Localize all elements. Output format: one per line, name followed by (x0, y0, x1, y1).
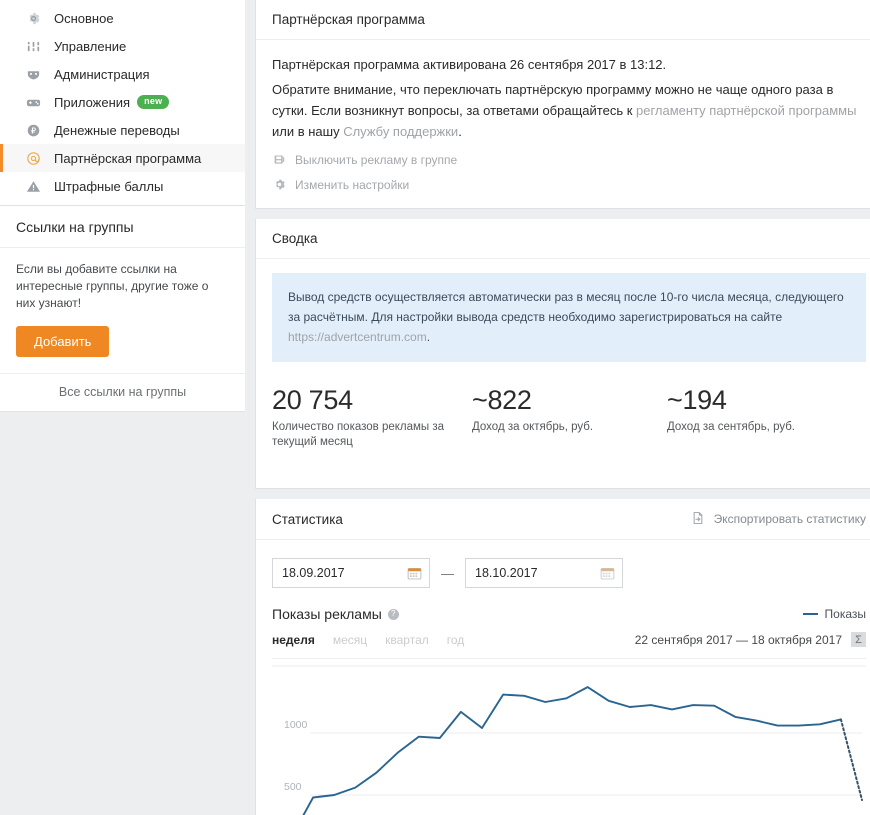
gear-icon (24, 9, 42, 27)
date-range-dash: — (441, 565, 454, 581)
sidebar-item-label: Администрация (54, 66, 150, 82)
support-link[interactable]: Службу поддержки (343, 124, 458, 139)
period-tab-month[interactable]: месяц (333, 633, 367, 647)
summary-panel: Сводка Вывод средств осуществляется авто… (255, 219, 870, 489)
chart-title: Показы рекламы (272, 606, 382, 622)
stat-value: ~822 (472, 385, 532, 415)
add-group-link-button[interactable]: Добавить (16, 326, 110, 357)
stat-income-september: ~194 Доход за сентябрь, руб. (667, 384, 862, 450)
chart-date-range-label: 22 сентября 2017 — 18 октября 2017 (634, 632, 842, 647)
main-content: Партнёрская программа Партнёрская програ… (245, 0, 870, 815)
stat-income-october: ~822 Доход за октябрь, руб. (472, 384, 667, 450)
statistics-title: Статистика (272, 511, 343, 527)
sidebar-item-label: Партнёрская программа (54, 150, 202, 166)
payout-info-box: Вывод средств осуществляется автоматичес… (272, 273, 866, 362)
sidebar-item-osnovnoe[interactable]: Основное (0, 4, 245, 32)
chart-title-wrap: Показы рекламы ? (272, 606, 399, 622)
rules-link[interactable]: регламенту партнёрской программы (636, 103, 856, 118)
mask-icon (24, 65, 42, 83)
disable-ads-icon (272, 152, 287, 167)
change-settings-action[interactable]: Изменить настройки (272, 177, 866, 192)
sidebar-item-prilozheniya[interactable]: Приложения new (0, 88, 245, 116)
notice-paragraph: Обратите внимание, что переключать партн… (272, 79, 866, 142)
chart-controls: неделя месяц квартал год 22 сентября 201… (272, 632, 866, 659)
sidebar-item-denezhnye-perevody[interactable]: Денежные переводы (0, 116, 245, 144)
group-links-title: Ссылки на группы (0, 206, 245, 248)
sidebar-item-administraciya[interactable]: Администрация (0, 60, 245, 88)
export-statistics-label: Экспортировать статистику (713, 512, 866, 526)
chart-plot: 500 1000 (272, 665, 866, 815)
sidebar-nav: Основное Управление Администрация Прилож… (0, 0, 245, 206)
sidebar: Основное Управление Администрация Прилож… (0, 0, 245, 815)
disable-ads-action[interactable]: Выключить рекламу в группе (272, 152, 866, 167)
legend-label: Показы (824, 607, 866, 621)
stat-label: Количество показов рекламы за текущий ме… (272, 421, 445, 448)
stat-label: Доход за сентябрь, руб. (667, 421, 795, 433)
partner-program-panel: Партнёрская программа Партнёрская програ… (255, 0, 870, 209)
gear-icon (272, 177, 287, 192)
summary-title: Сводка (256, 219, 870, 259)
sidebar-item-label: Основное (54, 10, 114, 26)
sidebar-item-label: Денежные переводы (54, 122, 180, 138)
period-tabs: неделя месяц квартал год (272, 633, 482, 647)
help-icon[interactable]: ? (387, 608, 399, 620)
sidebar-item-partnyorskaya-programma[interactable]: Партнёрская программа (0, 144, 245, 172)
period-tab-quarter[interactable]: квартал (385, 633, 429, 647)
warning-icon (24, 177, 42, 195)
summary-stats-row: 20 754 Количество показов рекламы за тек… (272, 384, 866, 472)
period-tab-year[interactable]: год (447, 633, 465, 647)
export-statistics-button[interactable]: Экспортировать статистику (691, 511, 866, 527)
notice-text-b: или в нашу (272, 124, 344, 139)
group-links-card: Ссылки на группы Если вы добавите ссылки… (0, 206, 245, 412)
all-group-links-link[interactable]: Все ссылки на группы (0, 373, 245, 411)
sidebar-item-shtrafnye-bally[interactable]: Штрафные баллы (0, 172, 245, 200)
svg-text:500: 500 (284, 781, 302, 793)
chart-legend: Показы (802, 607, 866, 621)
date-from-field[interactable] (272, 558, 430, 588)
partner-program-title: Партнёрская программа (256, 0, 870, 40)
change-settings-label: Изменить настройки (295, 177, 410, 192)
chart-date-range: 22 сентября 2017 — 18 октября 2017 Σ (635, 632, 866, 647)
payout-info-text-a: Вывод средств осуществляется автоматичес… (288, 290, 844, 324)
group-links-text: Если вы добавите ссылки на интересные гр… (16, 262, 209, 310)
badge-new: new (137, 95, 170, 109)
statistics-panel: Статистика Экспортировать статистику 18.… (255, 499, 870, 815)
group-links-body: Если вы добавите ссылки на интересные гр… (0, 248, 245, 373)
sidebar-item-upravlenie[interactable]: Управление (0, 32, 245, 60)
date-from-input[interactable] (273, 559, 429, 587)
disable-ads-label: Выключить рекламу в группе (295, 152, 458, 167)
statistics-body: — Показы рекламы ? Пок (256, 540, 870, 815)
stat-value: 20 754 (272, 385, 353, 415)
stat-value: ~194 (667, 385, 727, 415)
date-to-field[interactable] (465, 558, 623, 588)
gamepad-icon (24, 93, 42, 111)
export-icon (691, 511, 707, 527)
at-icon (24, 149, 42, 167)
summary-body: Вывод средств осуществляется автоматичес… (256, 259, 870, 488)
svg-text:1000: 1000 (284, 719, 308, 731)
legend-color-swatch (802, 613, 818, 615)
activation-line: Партнёрская программа активирована 26 се… (272, 57, 667, 72)
statistics-head: Статистика Экспортировать статистику (256, 499, 870, 540)
calendar-icon[interactable] (600, 566, 615, 584)
notice-text-c: . (458, 124, 462, 139)
advertcentrum-link[interactable]: https://advertcentrum.com (288, 330, 427, 344)
chart-header: Показы рекламы ? Показы (272, 604, 866, 632)
sliders-icon (24, 37, 42, 55)
impressions-line-chart: 500 1000 (272, 665, 866, 815)
stat-impressions: 20 754 Количество показов рекламы за тек… (272, 384, 472, 450)
date-to-input[interactable] (466, 559, 622, 587)
sidebar-item-label: Приложения (54, 94, 131, 110)
sidebar-item-label: Штрафные баллы (54, 178, 164, 194)
sidebar-item-label: Управление (54, 38, 127, 54)
date-range-row: — (272, 554, 866, 604)
partner-program-body: Партнёрская программа активирована 26 се… (256, 40, 870, 208)
page-root: Основное Управление Администрация Прилож… (0, 0, 870, 815)
payout-info-text-b: . (426, 330, 431, 344)
period-tab-week[interactable]: неделя (272, 633, 315, 647)
ruble-coin-icon (24, 121, 42, 139)
stat-label: Доход за октябрь, руб. (472, 421, 594, 433)
calendar-icon[interactable] (407, 566, 422, 584)
sum-toggle-icon[interactable]: Σ (851, 632, 866, 647)
